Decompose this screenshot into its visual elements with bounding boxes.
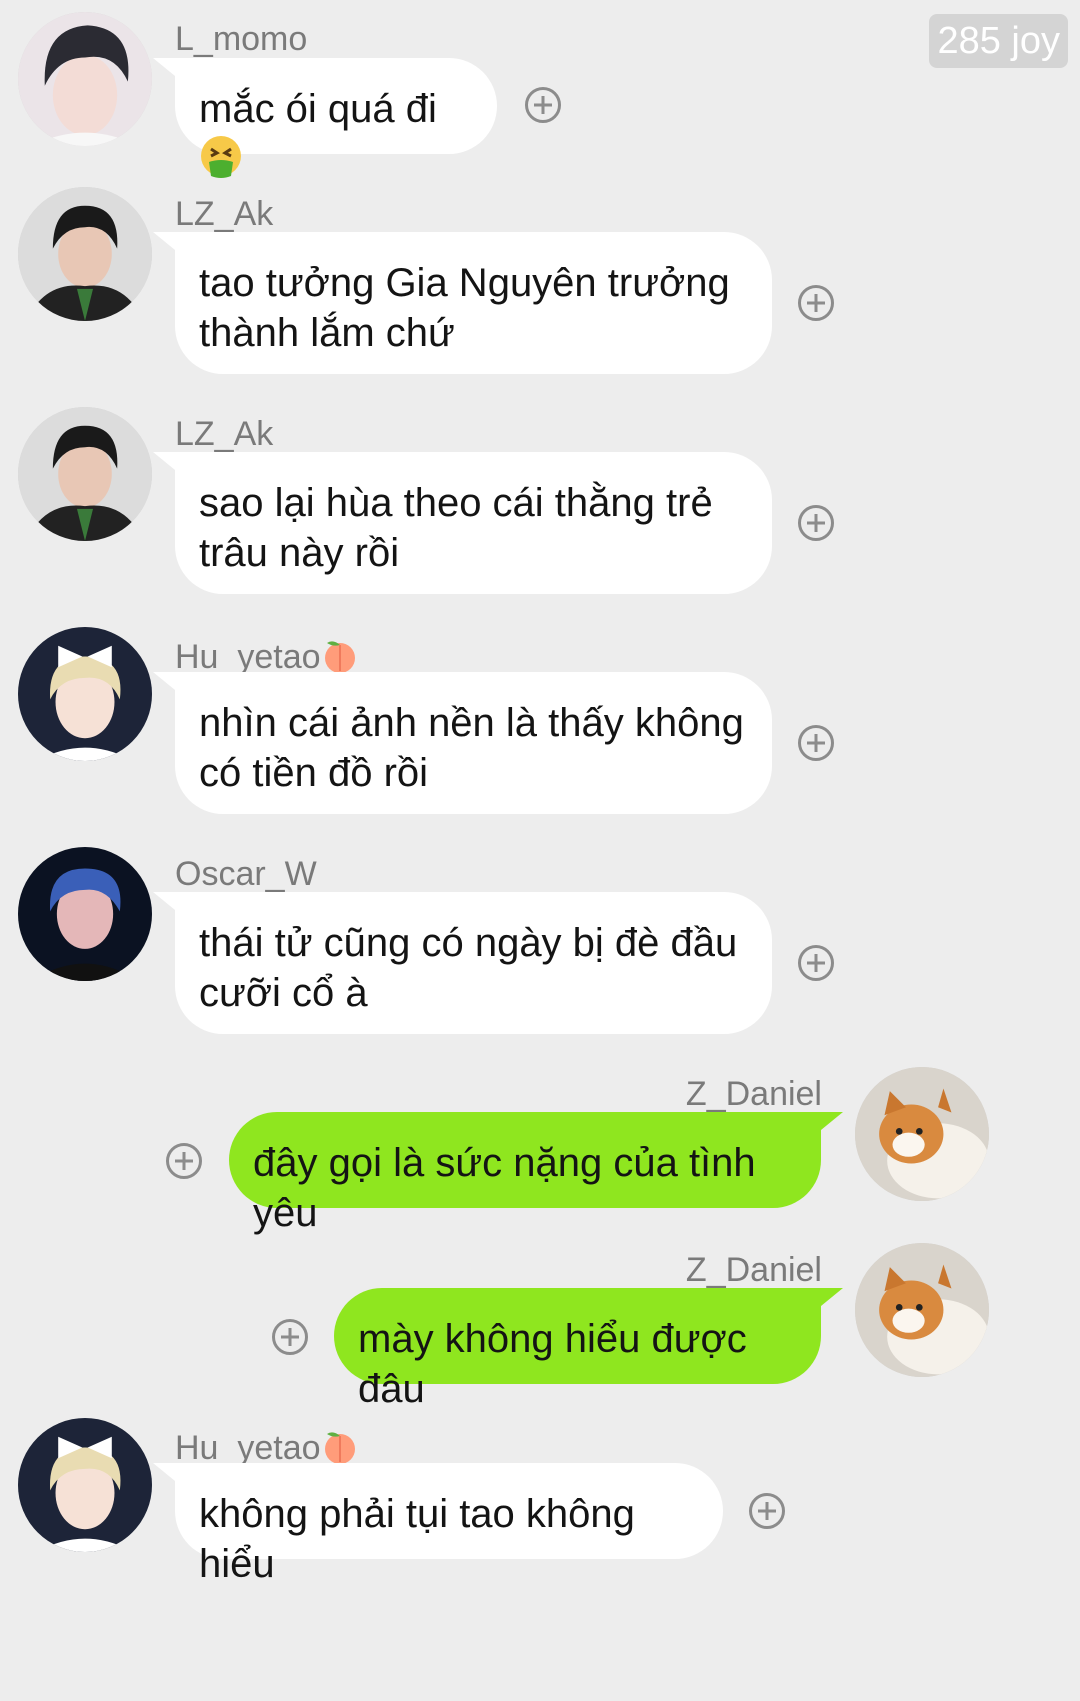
message-bubble[interactable]: sao lại hùa theo cái thằng trẻ trâu này … [153, 452, 772, 594]
avatar[interactable] [18, 627, 152, 761]
avatar[interactable] [18, 847, 152, 981]
sender-name-text: Hu_yetao [175, 637, 321, 676]
add-reaction-icon[interactable] [798, 505, 834, 541]
sender-name: LZ_Ak [175, 195, 274, 233]
message-text: nhìn cái ảnh nền là thấy không có tiền đ… [199, 701, 744, 795]
message-text: sao lại hùa theo cái thằng trẻ trâu này … [199, 481, 713, 575]
add-reaction-icon[interactable] [798, 285, 834, 321]
avatar-blond-bow-icon [18, 1418, 152, 1552]
add-reaction-icon[interactable] [798, 945, 834, 981]
avatar-man-black-jacket-icon [18, 187, 152, 321]
watermark: 285 joy [929, 14, 1068, 68]
avatar[interactable] [855, 1067, 989, 1201]
vomiting-face-icon [199, 134, 243, 190]
message-bubble[interactable]: không phải tụi tao không hiểu [153, 1463, 723, 1586]
add-reaction-icon[interactable] [272, 1319, 308, 1355]
sender-name: Z_Daniel [685, 1075, 822, 1113]
message-text: tao tưởng Gia Nguyên trưởng thành lắm ch… [199, 261, 730, 355]
message-text: mắc ói quá đi [199, 87, 437, 131]
add-reaction-icon[interactable] [166, 1143, 202, 1179]
avatar-man-black-jacket-icon [18, 407, 152, 541]
message-text: đây gọi là sức nặng của tình yêu [253, 1141, 756, 1235]
message-bubble[interactable]: tao tưởng Gia Nguyên trưởng thành lắm ch… [153, 232, 772, 374]
add-reaction-icon[interactable] [798, 725, 834, 761]
sender-name: Z_Daniel [685, 1251, 822, 1289]
message-bubble[interactable]: nhìn cái ảnh nền là thấy không có tiền đ… [153, 672, 772, 814]
message-bubble[interactable]: mắc ói quá đi [153, 58, 497, 178]
avatar[interactable] [18, 12, 152, 146]
avatar-cat-icon [855, 1067, 989, 1201]
sender-name: Oscar_W [175, 855, 317, 893]
avatar[interactable] [855, 1243, 989, 1377]
avatar-blond-bow-icon [18, 627, 152, 761]
message-bubble[interactable]: thái tử cũng có ngày bị đè đầu cưỡi cổ à [153, 892, 772, 1034]
avatar-girl-dark-hair-icon [18, 12, 152, 146]
sender-name: L_momo [175, 20, 308, 58]
avatar-blue-light-icon [18, 847, 152, 981]
sender-name: LZ_Ak [175, 415, 274, 453]
avatar-cat-icon [855, 1243, 989, 1377]
message-bubble[interactable]: đây gọi là sức nặng của tình yêu [229, 1112, 843, 1235]
message-text: không phải tụi tao không hiểu [199, 1492, 635, 1586]
message-bubble[interactable]: mày không hiểu được đâu [334, 1288, 843, 1411]
avatar[interactable] [18, 1418, 152, 1552]
message-text: mày không hiểu được đâu [358, 1317, 747, 1411]
add-reaction-icon[interactable] [525, 87, 561, 123]
avatar[interactable] [18, 187, 152, 321]
add-reaction-icon[interactable] [749, 1493, 785, 1529]
sender-name-text: Hu_yetao [175, 1428, 321, 1467]
avatar[interactable] [18, 407, 152, 541]
message-text: thái tử cũng có ngày bị đè đầu cưỡi cổ à [199, 921, 738, 1015]
